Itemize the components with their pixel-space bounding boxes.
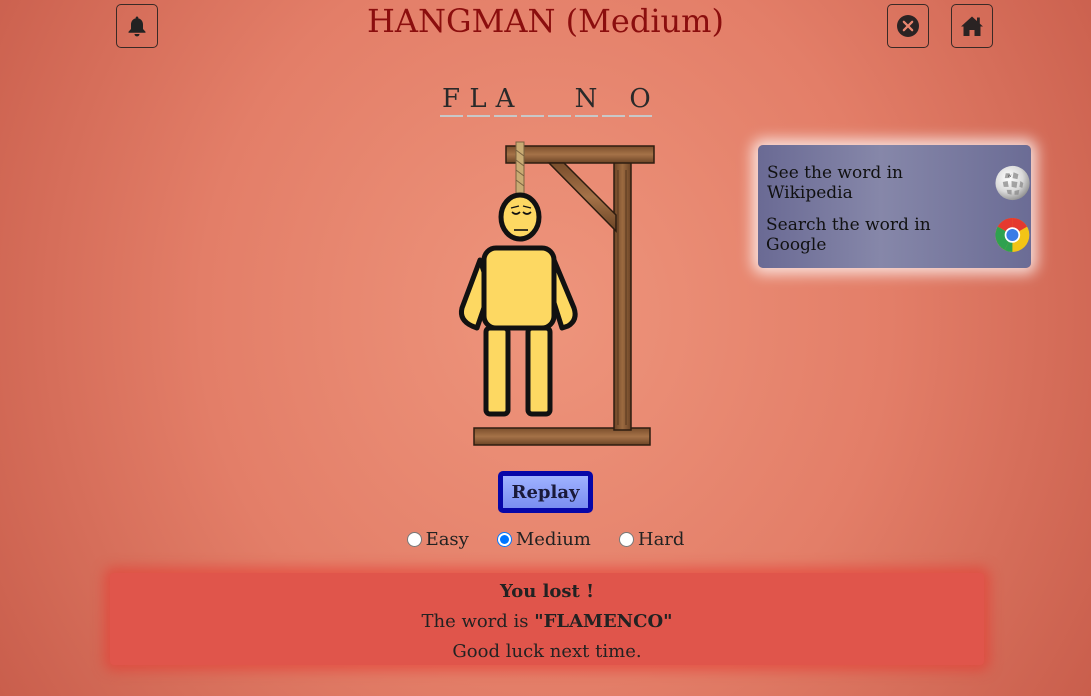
google-link-label: Search the word in Google bbox=[766, 215, 931, 255]
letter-slot bbox=[520, 83, 544, 117]
letter-slot bbox=[547, 83, 571, 117]
letter-slot: O bbox=[628, 83, 652, 117]
difficulty-medium-radio[interactable] bbox=[496, 532, 512, 547]
word-display: F L A N O bbox=[0, 83, 1091, 117]
result-message-box: You lost ! The word is "FLAMENCO" Good l… bbox=[110, 573, 984, 665]
close-circle-icon bbox=[897, 15, 919, 37]
hangman-drawing bbox=[459, 141, 655, 446]
letter-slot bbox=[601, 83, 625, 117]
difficulty-medium-label: Medium bbox=[515, 529, 591, 550]
replay-button[interactable]: Replay bbox=[498, 471, 593, 513]
letter-slot: L bbox=[466, 83, 490, 117]
wikipedia-link-label: See the word in Wikipedia bbox=[767, 163, 903, 203]
close-button[interactable] bbox=[887, 4, 929, 48]
svg-text:W: W bbox=[1008, 173, 1012, 178]
result-word-line: The word is "FLAMENCO" bbox=[110, 611, 984, 632]
result-word: "FLAMENCO" bbox=[534, 611, 673, 632]
difficulty-hard-radio[interactable] bbox=[618, 532, 634, 547]
letter-slot: F bbox=[439, 83, 463, 117]
result-good-luck: Good luck next time. bbox=[452, 641, 642, 662]
letter-slot: N bbox=[574, 83, 598, 117]
letter-slot: A bbox=[493, 83, 517, 117]
wikipedia-link[interactable]: See the word in Wikipedia W bbox=[767, 163, 1031, 203]
difficulty-easy[interactable]: Easy bbox=[406, 529, 469, 550]
difficulty-hard-label: Hard bbox=[637, 529, 685, 550]
hanged-figure bbox=[459, 192, 578, 417]
difficulty-selector: Easy Medium Hard bbox=[0, 529, 1091, 550]
difficulty-easy-label: Easy bbox=[425, 529, 469, 550]
result-word-prefix: The word is bbox=[421, 611, 535, 632]
difficulty-hard[interactable]: Hard bbox=[618, 529, 685, 550]
difficulty-easy-radio[interactable] bbox=[406, 532, 422, 547]
difficulty-medium[interactable]: Medium bbox=[496, 529, 591, 550]
home-icon bbox=[961, 16, 983, 36]
result-title: You lost ! bbox=[499, 581, 595, 602]
wikipedia-globe-icon: W bbox=[995, 165, 1030, 201]
home-button[interactable] bbox=[951, 4, 993, 48]
google-search-link[interactable]: Search the word in Google bbox=[766, 215, 1031, 255]
chrome-icon bbox=[995, 218, 1030, 252]
word-links-panel: See the word in Wikipedia W Search the w… bbox=[758, 145, 1031, 268]
